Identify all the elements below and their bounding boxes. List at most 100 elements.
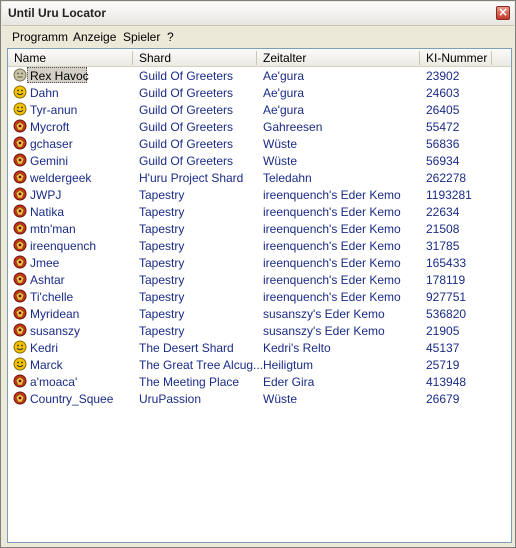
list-item[interactable]: mtn'man Tapestry ireenquench's Eder Kemo 21…: [8, 220, 511, 237]
player-relto-icon: [13, 391, 27, 405]
cell-ki-nummer: 55472: [426, 120, 460, 134]
cell-ki-nummer: 45137: [426, 341, 460, 355]
cell-shard: Tapestry: [139, 205, 185, 219]
list-item[interactable]: Tyr-anun Guild Of Greeters Ae'gura 26405: [8, 101, 511, 118]
column-header-zeitalter[interactable]: Zeitalter: [263, 51, 306, 65]
list-item[interactable]: ireenquench Tapestry ireenquench's Eder Ke…: [8, 237, 511, 254]
cell-ki-nummer: 26405: [426, 103, 460, 117]
cell-ki-nummer: 21905: [426, 324, 460, 338]
cell-shard: Tapestry: [139, 273, 185, 287]
cell-shard: Guild Of Greeters: [139, 103, 234, 117]
cell-zeitalter: ireenquench's Eder Kemo: [263, 205, 401, 219]
close-button[interactable]: ×: [496, 5, 510, 20]
list-item[interactable]: Marck The Great Tree Alcug... Heiligtum 257…: [8, 356, 511, 373]
cell-zeitalter: Ae'gura: [263, 86, 304, 100]
cell-ki-nummer: 178119: [426, 273, 466, 287]
cell-name: Myridean: [30, 307, 80, 321]
cell-zeitalter: Wüste: [263, 154, 298, 168]
smiley-icon: [13, 102, 27, 116]
player-relto-icon: [13, 374, 27, 388]
list-item[interactable]: Kedri The Desert Shard Kedri's Relto 45137: [8, 339, 511, 356]
cell-name: a'moaca': [30, 375, 78, 389]
close-icon: ×: [497, 5, 509, 19]
cell-name: Gemini: [30, 154, 69, 168]
list-item[interactable]: a'moaca' The Meeting Place Eder Gira 413948: [8, 373, 511, 390]
cell-ki-nummer: 26679: [426, 392, 460, 406]
cell-ki-nummer: 22634: [426, 205, 460, 219]
cell-name: Rex Havoc: [30, 69, 89, 83]
cell-zeitalter: Ae'gura: [263, 103, 304, 117]
player-relto-icon: [13, 255, 27, 269]
list-item[interactable]: Ti'chelle Tapestry ireenquench's Eder Kemo…: [8, 288, 511, 305]
column-header-name[interactable]: Name: [14, 51, 46, 65]
cell-shard: The Desert Shard: [139, 341, 234, 355]
cell-shard: The Meeting Place: [139, 375, 240, 389]
player-relto-icon: [13, 187, 27, 201]
cell-ki-nummer: 21508: [426, 222, 460, 236]
cell-shard: Tapestry: [139, 256, 185, 270]
cell-shard: Tapestry: [139, 290, 185, 304]
player-list[interactable]: Name Shard Zeitalter KI-Nummer Rex Havoc…: [7, 48, 512, 543]
cell-shard: Tapestry: [139, 188, 185, 202]
cell-ki-nummer: 56836: [426, 137, 460, 151]
menu-spieler[interactable]: Spieler: [123, 30, 160, 44]
list-item[interactable]: weldergeek H'uru Project Shard Teledahn 262…: [8, 169, 511, 186]
cell-name: Jmee: [30, 256, 60, 270]
list-item[interactable]: Jmee Tapestry ireenquench's Eder Kemo 16543…: [8, 254, 511, 271]
cell-ki-nummer: 56934: [426, 154, 460, 168]
cell-name: Marck: [30, 358, 63, 372]
cell-shard: H'uru Project Shard: [139, 171, 244, 185]
list-item[interactable]: susanszy Tapestry susanszy's Eder Kemo 2190…: [8, 322, 511, 339]
cell-ki-nummer: 1193281: [426, 188, 472, 202]
cell-zeitalter: ireenquench's Eder Kemo: [263, 239, 401, 253]
cell-ki-nummer: 927751: [426, 290, 467, 304]
cell-name: Country_Squee: [30, 392, 114, 406]
cell-name: mtn'man: [30, 222, 76, 236]
cell-zeitalter: ireenquench's Eder Kemo: [263, 256, 401, 270]
smiley-icon: [13, 85, 27, 99]
cell-shard: UruPassion: [139, 392, 202, 406]
menu-anzeige[interactable]: Anzeige: [73, 30, 116, 44]
list-item[interactable]: Mycroft Guild Of Greeters Gahreesen 55472: [8, 118, 511, 135]
cell-name: susanszy: [30, 324, 81, 338]
column-header-shard[interactable]: Shard: [139, 51, 171, 65]
list-item[interactable]: Gemini Guild Of Greeters Wüste 56934: [8, 152, 511, 169]
cell-zeitalter: Teledahn: [263, 171, 312, 185]
list-item[interactable]: Natika Tapestry ireenquench's Eder Kemo 226…: [8, 203, 511, 220]
cell-zeitalter: ireenquench's Eder Kemo: [263, 188, 401, 202]
menu-help[interactable]: ?: [167, 30, 174, 44]
cell-name: gchaser: [30, 137, 73, 151]
player-relto-icon: [13, 306, 27, 320]
cell-shard: Guild Of Greeters: [139, 137, 234, 151]
cell-name: weldergeek: [30, 171, 92, 185]
menu-programm[interactable]: Programm: [12, 30, 68, 44]
cell-ki-nummer: 413948: [426, 375, 467, 389]
cell-name: Tyr-anun: [30, 103, 78, 117]
cell-shard: Tapestry: [139, 239, 185, 253]
list-item[interactable]: Myridean Tapestry susanszy's Eder Kemo 5368…: [8, 305, 511, 322]
list-item[interactable]: JWPJ Tapestry ireenquench's Eder Kemo 11932…: [8, 186, 511, 203]
player-relto-icon: [13, 136, 27, 150]
cell-ki-nummer: 165433: [426, 256, 467, 270]
player-relto-icon: [13, 289, 27, 303]
list-header: Name Shard Zeitalter KI-Nummer: [8, 49, 511, 67]
player-relto-icon: [13, 272, 27, 286]
column-header-ki-nummer[interactable]: KI-Nummer: [426, 51, 487, 65]
cell-name: Dahn: [30, 86, 59, 100]
list-item[interactable]: Country_Squee UruPassion Wüste 26679: [8, 390, 511, 407]
list-item[interactable]: gchaser Guild Of Greeters Wüste 56836: [8, 135, 511, 152]
list-item[interactable]: Ashtar Tapestry ireenquench's Eder Kemo 178…: [8, 271, 511, 288]
cell-shard: Guild Of Greeters: [139, 120, 234, 134]
cell-name: Mycroft: [30, 120, 70, 134]
title-bar[interactable]: Until Uru Locator ×: [2, 2, 514, 26]
player-relto-icon: [13, 323, 27, 337]
cell-shard: Guild Of Greeters: [139, 69, 234, 83]
cell-zeitalter: Gahreesen: [263, 120, 323, 134]
list-item[interactable]: Rex Havoc Guild Of Greeters Ae'gura 23902: [8, 67, 511, 84]
cell-zeitalter: ireenquench's Eder Kemo: [263, 273, 401, 287]
window-title: Until Uru Locator: [8, 6, 106, 20]
player-relto-icon: [13, 204, 27, 218]
list-item[interactable]: Dahn Guild Of Greeters Ae'gura 24603: [8, 84, 511, 101]
cell-zeitalter: Kedri's Relto: [263, 341, 331, 355]
cell-zeitalter: susanszy's Eder Kemo: [263, 324, 385, 338]
